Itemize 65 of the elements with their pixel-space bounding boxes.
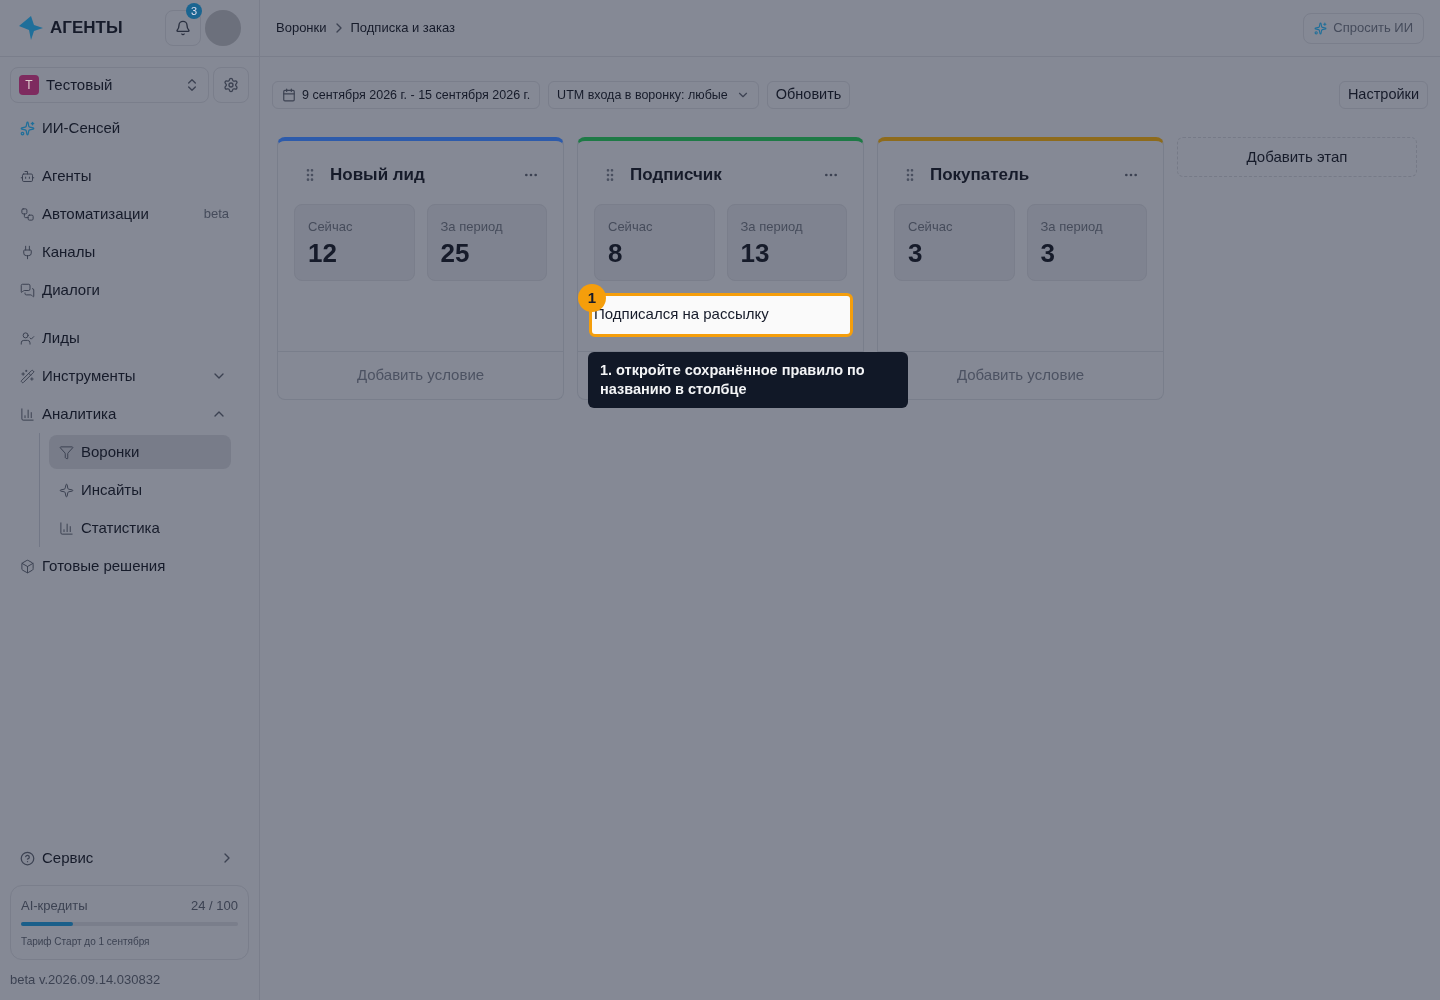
sparkles-icon — [20, 120, 35, 136]
nav-subitem[interactable]: Воронки — [49, 435, 231, 469]
workflow-icon — [20, 206, 35, 222]
credits-title: AI-кредиты — [21, 897, 88, 915]
refresh-button[interactable]: Обновить — [766, 81, 851, 109]
stat-label: Сейчас — [308, 217, 354, 236]
settings-icon — [223, 77, 239, 93]
bar-chart-icon — [20, 406, 35, 422]
stat-value: 8 — [608, 237, 624, 270]
nav-item[interactable]: Готовые решения — [10, 547, 249, 585]
bar-chart-icon — [59, 520, 74, 536]
stage-title: Новый лид — [330, 164, 426, 186]
plan-text: Тариф Старт до 1 сентября — [21, 934, 151, 949]
notification-badge: 3 — [186, 3, 202, 19]
robot-icon — [20, 168, 35, 184]
stat-label: Сейчас — [908, 217, 954, 236]
version-text: beta v.2026.09.14.030832 — [9, 970, 162, 989]
nav-item[interactable]: Каналы — [10, 233, 249, 271]
logo-icon — [18, 15, 44, 41]
bell-icon — [175, 20, 191, 36]
stage-title: Подписчик — [630, 164, 723, 186]
nav-item[interactable]: Агенты — [10, 157, 249, 195]
calendar-icon — [282, 88, 296, 102]
nav-subitem[interactable]: Статистика — [49, 511, 231, 545]
beta-label: beta — [203, 205, 229, 224]
ask-ai-button[interactable]: Спросить ИИ — [1303, 12, 1424, 44]
stat-label: За период — [740, 217, 804, 236]
magic-wand-icon — [20, 368, 35, 384]
workspace-initial: Т — [19, 75, 39, 95]
breadcrumb[interactable]: Воронки — [276, 18, 327, 38]
stat-value: 25 — [440, 237, 471, 270]
help-icon — [20, 850, 35, 866]
user-check-icon — [20, 330, 35, 346]
credits-reading: 24 / 100 — [191, 897, 238, 915]
workspace-selector[interactable]: Т Тестовый — [10, 67, 209, 103]
nav-subitem[interactable]: Инсайты — [49, 473, 231, 507]
sparkles-icon — [1314, 21, 1328, 35]
ai-sensei-item[interactable]: ИИ-Сенсей — [10, 109, 249, 147]
stat-label: За период — [1040, 217, 1104, 236]
add-stage-button[interactable]: Добавить этап — [1177, 137, 1417, 177]
funnel-icon — [59, 444, 74, 460]
stat-value: 3 — [908, 237, 924, 270]
stat-value: 12 — [308, 237, 338, 270]
nav-item[interactable]: Аналитика — [10, 395, 249, 433]
stat-label: За период — [440, 217, 504, 236]
stage-title: Покупатель — [930, 164, 1031, 186]
nav-item[interactable]: Автоматизации beta — [10, 195, 249, 233]
stat-label: Сейчас — [608, 217, 654, 236]
cube-icon — [20, 558, 35, 574]
nav-item[interactable]: Лиды — [10, 319, 249, 357]
nav-item[interactable]: Диалоги — [10, 271, 249, 309]
logo-text: АГЕНТЫ — [50, 17, 124, 40]
nav-item[interactable]: Инструменты — [10, 357, 249, 395]
utm-dropdown[interactable]: UTM входа в воронку: любые — [548, 81, 759, 109]
sparkle-icon — [59, 482, 74, 498]
date-range-picker[interactable]: 9 сентября 2026 г. - 15 сентября 2026 г. — [272, 81, 541, 109]
stat-value: 3 — [1040, 237, 1056, 270]
stat-value: 13 — [740, 237, 771, 270]
service-item[interactable]: Сервис — [10, 839, 249, 877]
tour-tooltip: 1. откройте сохранённое правило по названию в столбце — [588, 352, 908, 408]
breadcrumb: Подписка и заказ — [350, 19, 456, 38]
settings-button[interactable] — [213, 67, 249, 103]
plug-icon — [20, 244, 35, 260]
chat-icon — [20, 282, 35, 298]
settings-text-button[interactable]: Настройки — [1338, 81, 1428, 109]
